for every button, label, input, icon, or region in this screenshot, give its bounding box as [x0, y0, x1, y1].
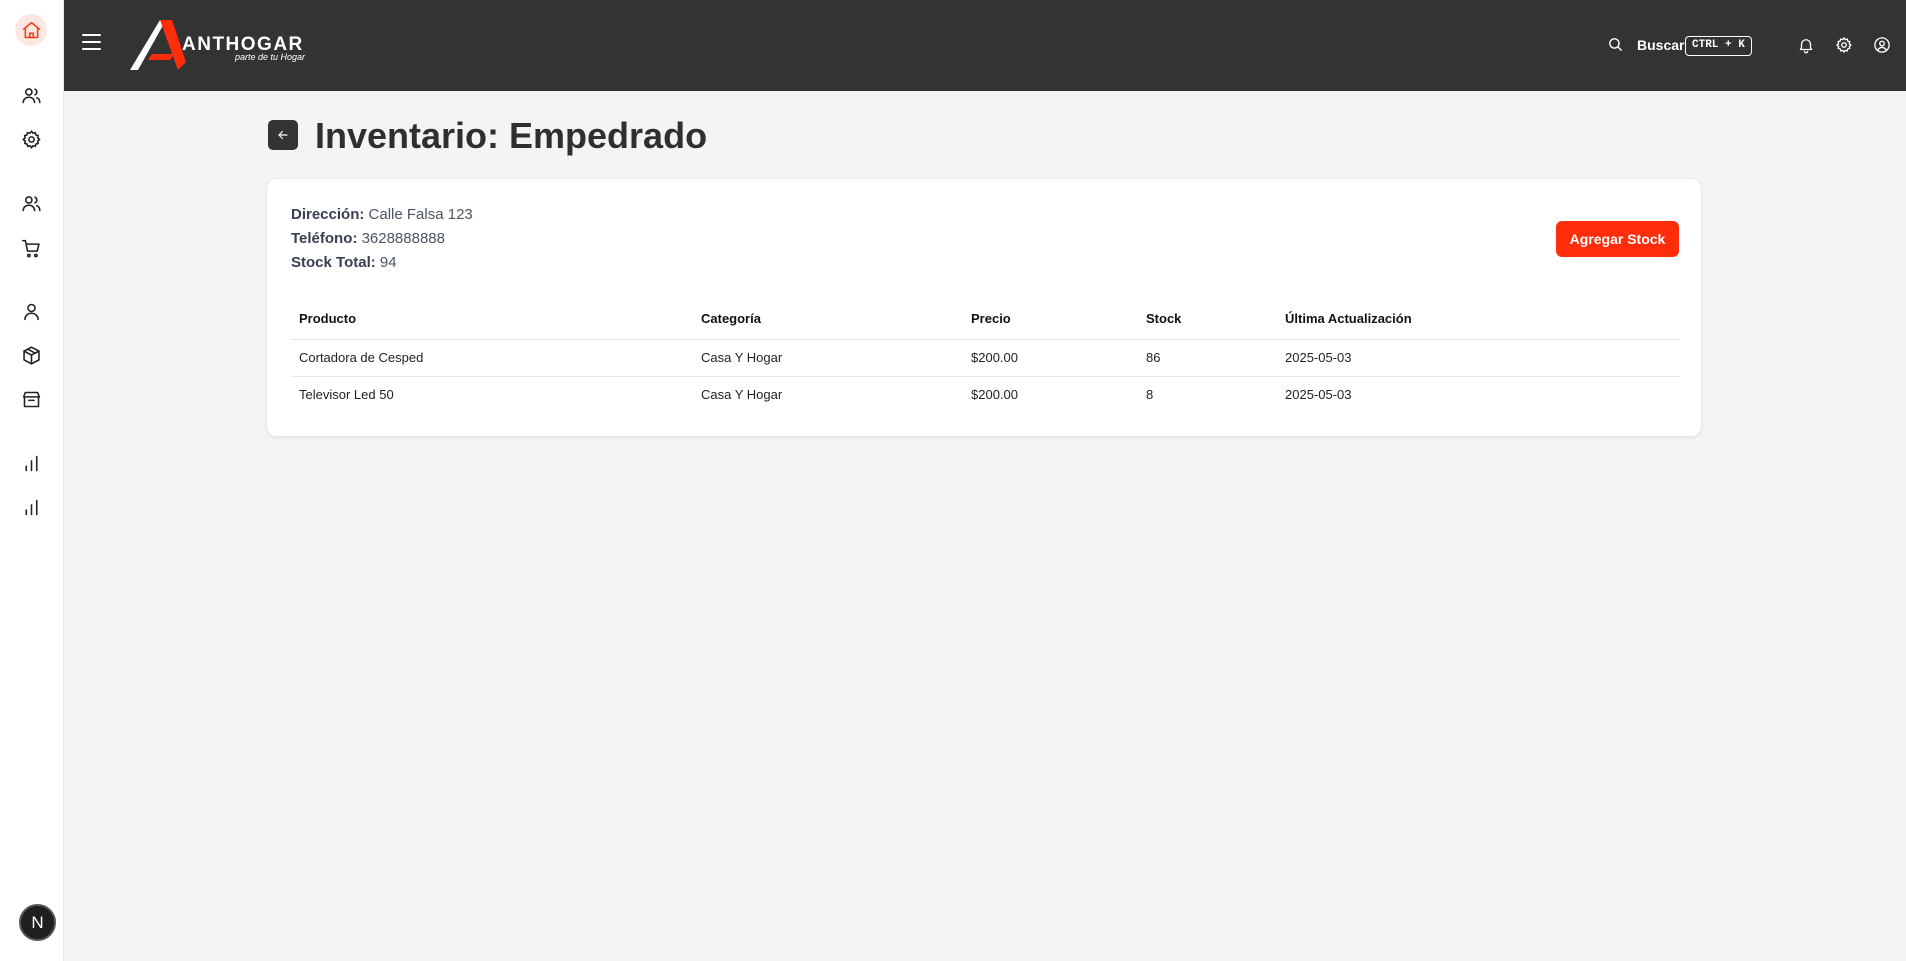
stock-total-label: Stock Total: — [291, 254, 376, 271]
table-row[interactable]: Cortadora de Cesped Casa Y Hogar $200.00… — [291, 339, 1680, 377]
stock-total-line: Stock Total: 94 — [291, 254, 397, 271]
cell-category: Casa Y Hogar — [701, 387, 783, 403]
bell-icon[interactable] — [1797, 36, 1817, 56]
app-badge[interactable]: N — [19, 904, 56, 941]
users-icon[interactable] — [15, 79, 47, 111]
cell-category: Casa Y Hogar — [693, 339, 963, 377]
address-value: Calle Falsa 123 — [368, 206, 473, 223]
cell-product: Televisor Led 50 — [299, 387, 394, 403]
phone-line: Teléfono: 3628888888 — [291, 230, 445, 247]
box-icon[interactable] — [15, 339, 47, 371]
inventory-card: Dirección: Calle Falsa 123 Teléfono: 362… — [267, 179, 1701, 436]
cell-price: $200.00 — [963, 339, 1138, 377]
user-circle-icon[interactable] — [1873, 36, 1893, 56]
cell-updated: 2025-05-03 — [1285, 387, 1352, 403]
user-icon[interactable] — [15, 295, 47, 327]
arrow-left-icon — [278, 130, 288, 140]
search-label[interactable]: Buscar — [1637, 37, 1684, 53]
cell-stock: 8 — [1146, 387, 1154, 403]
bar-chart-icon[interactable] — [15, 491, 47, 523]
cell-product: Cortadora de Cesped — [291, 339, 693, 377]
phone-label: Teléfono: — [291, 230, 358, 247]
column-header-product[interactable]: Producto — [291, 299, 693, 340]
inventory-table: Producto Categoría Precio Stock Última A… — [291, 299, 1680, 413]
gear-icon[interactable] — [15, 123, 47, 155]
phone-value: 3628888888 — [361, 230, 445, 247]
table-row[interactable]: Televisor Led 50 Casa Y Hogar $200.00 8 … — [291, 376, 1680, 413]
stock-total-value: 94 — [379, 254, 397, 271]
cart-icon[interactable] — [15, 232, 47, 264]
address-line: Dirección: Calle Falsa 123 — [291, 206, 473, 223]
table-header-row: Producto Categoría Precio Stock Última A… — [291, 299, 1680, 340]
users-icon[interactable] — [15, 187, 47, 219]
column-header-stock[interactable]: Stock — [1138, 299, 1277, 340]
back-button[interactable] — [268, 120, 298, 150]
sidebar: N — [0, 0, 64, 961]
cell-updated: 2025-05-03 — [1277, 339, 1680, 377]
menu-icon[interactable] — [82, 34, 102, 51]
cell-price: $200.00 — [971, 387, 1018, 403]
column-header-category[interactable]: Categoría — [693, 299, 963, 340]
cell-stock: 86 — [1138, 339, 1277, 377]
column-header-price[interactable]: Precio — [963, 299, 1138, 340]
store-icon[interactable] — [15, 383, 47, 415]
bar-chart-icon[interactable] — [15, 447, 47, 479]
top-header: ANTHOGAR parte de tu Hogar Buscar CTRL +… — [64, 0, 1906, 91]
page-title: Inventario: Empedrado — [315, 115, 708, 156]
home-icon[interactable] — [15, 14, 47, 46]
search-shortcut: CTRL + K — [1685, 36, 1752, 56]
brand-tagline: parte de tu Hogar — [235, 52, 306, 62]
search-icon[interactable] — [1607, 36, 1624, 58]
column-header-updated[interactable]: Última Actualización — [1277, 299, 1680, 340]
gear-icon[interactable] — [1835, 36, 1855, 56]
add-stock-button[interactable]: Agregar Stock — [1556, 221, 1679, 257]
address-label: Dirección: — [291, 206, 365, 223]
